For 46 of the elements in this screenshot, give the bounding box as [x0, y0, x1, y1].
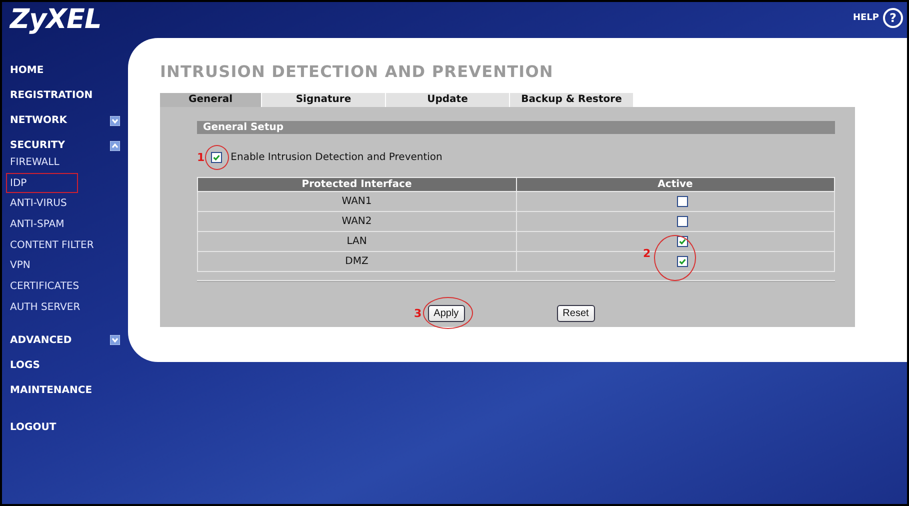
- form-button[interactable]: Reset: [556, 305, 595, 322]
- help-icon[interactable]: ?: [883, 8, 903, 28]
- tab[interactable]: Signature: [262, 93, 386, 107]
- annotation-number: 2: [643, 247, 651, 260]
- expand-toggle-icon[interactable]: [110, 116, 120, 126]
- table-cell: WAN1: [198, 192, 516, 212]
- active-checkbox[interactable]: [677, 236, 688, 247]
- expand-toggle-icon[interactable]: [110, 335, 120, 345]
- tab[interactable]: Backup & Restore: [510, 93, 634, 107]
- annotation-circle: [654, 235, 696, 281]
- expand-toggle-icon[interactable]: [110, 140, 120, 150]
- annotation-number: 1: [197, 150, 205, 164]
- tab[interactable]: Update: [386, 93, 510, 107]
- form-button[interactable]: Apply: [428, 305, 465, 322]
- sidebar-item[interactable]: MAINTENANCE: [10, 378, 120, 402]
- sidebar-item[interactable]: ADVANCED: [10, 328, 120, 352]
- annotation-circle: [422, 297, 473, 329]
- sidebar-item[interactable]: ANTI-VIRUS: [6, 193, 124, 214]
- sidebar-item[interactable]: LOGS: [10, 352, 120, 378]
- sidebar-item[interactable]: NETWORK: [10, 108, 120, 133]
- sidebar-item[interactable]: CERTIFICATES: [6, 276, 124, 297]
- active-checkbox[interactable]: [677, 196, 688, 207]
- help-link[interactable]: HELP: [852, 13, 879, 23]
- column-header: Active: [516, 178, 834, 192]
- sidebar-item[interactable]: VPN: [6, 255, 124, 276]
- section-heading: General Setup: [197, 121, 835, 134]
- sidebar-item[interactable]: AUTH SERVER: [6, 296, 124, 318]
- table-cell: LAN: [198, 232, 516, 252]
- enable-checkbox[interactable]: [210, 152, 222, 162]
- annotation-circle: [204, 144, 229, 170]
- sidebar-item[interactable]: IDP: [6, 172, 78, 194]
- sidebar-item[interactable]: LOGOUT: [10, 414, 120, 440]
- logo: ZyXEL: [8, 3, 102, 37]
- tab[interactable]: General: [160, 93, 262, 107]
- sidebar-item[interactable]: ANTI-SPAM: [6, 214, 124, 235]
- active-checkbox[interactable]: [677, 256, 688, 267]
- active-checkbox[interactable]: [677, 216, 688, 227]
- annotation-number: 3: [414, 307, 422, 320]
- table-cell: DMZ: [198, 252, 516, 272]
- checkbox-label: Enable Intrusion Detection and Prevention: [230, 152, 442, 162]
- sidebar-item[interactable]: REGISTRATION: [10, 83, 120, 108]
- column-header: Protected Interface: [198, 178, 516, 192]
- table-cell: WAN2: [198, 212, 516, 232]
- page-title: INTRUSION DETECTION AND PREVENTION: [160, 62, 554, 83]
- sidebar-item[interactable]: CONTENT FILTER: [6, 234, 124, 256]
- sidebar-item[interactable]: HOME: [10, 58, 120, 83]
